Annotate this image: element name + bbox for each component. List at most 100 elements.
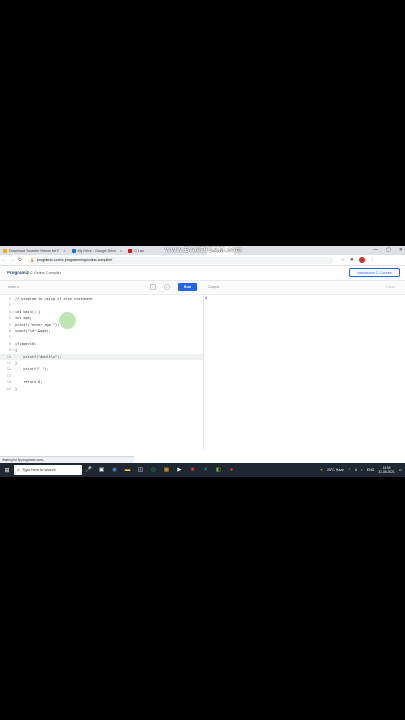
mic-icon[interactable]: 🎤	[82, 463, 95, 477]
file-explorer-icon[interactable]: ▬	[121, 463, 134, 477]
screen: Download Youtube Videos for F × My Drive…	[0, 246, 405, 477]
bandicam-icon[interactable]: ●	[225, 463, 238, 477]
recorder-icon[interactable]: ✺	[186, 463, 199, 477]
line-number: 2	[8, 303, 11, 308]
code-editor[interactable]: 1 // program to using if else statement 2 3…	[0, 295, 204, 449]
code-text: scanf("%d",&age);	[15, 329, 51, 333]
windows-start-icon[interactable]: ⊞	[0, 463, 14, 477]
close-window-button[interactable]: ✕	[399, 246, 403, 254]
line-number: 8	[8, 341, 11, 346]
code-text: return 0;	[15, 380, 43, 385]
taskbar-search[interactable]: ⌕ Type here to search	[14, 465, 82, 475]
line-number: 5	[8, 322, 11, 327]
editor-toolbar: main.c ⤢ ◐ Run Output Clear	[0, 281, 405, 295]
browser-tab[interactable]: C Lan	[125, 247, 147, 255]
close-icon[interactable]: ×	[120, 247, 122, 255]
code-line[interactable]: 9▾{	[0, 347, 203, 353]
excel-icon[interactable]: ✕	[199, 463, 212, 477]
code-text: }	[15, 386, 18, 391]
line-number: 12	[6, 367, 11, 372]
back-icon[interactable]: ←	[0, 257, 8, 263]
line-number: 15	[6, 386, 11, 391]
interactive-course-button[interactable]: Interactive C Course	[349, 268, 400, 277]
store-icon[interactable]: ◫	[134, 463, 147, 477]
notifications-icon[interactable]: ▭	[399, 468, 402, 472]
taskbar: ⊞ ⌕ Type here to search 🎤 ▣ ◉ ▬ ◫ ◎ ▦ ▶ …	[0, 463, 405, 477]
language-indicator[interactable]: ENG	[367, 468, 375, 472]
code-line[interactable]: 6 scanf("%d",&age);	[0, 328, 203, 334]
task-view-icon[interactable]: ▣	[95, 463, 108, 477]
line-number: 4	[8, 316, 11, 321]
clear-button[interactable]: Clear	[386, 285, 395, 289]
line-number: 14	[6, 380, 11, 385]
code-text: if(age>18)	[15, 341, 37, 346]
tab-favicon-icon	[3, 249, 7, 253]
tab-favicon-icon	[71, 249, 76, 253]
weather-text[interactable]: 26°C Haze	[327, 468, 344, 472]
maximize-button[interactable]: ▢	[386, 246, 391, 254]
code-line[interactable]: 15}	[0, 386, 203, 392]
code-line[interactable]: 8 if(age>18)	[0, 341, 203, 347]
theme-toggle-icon[interactable]: ◐	[164, 284, 170, 290]
programiz-logo[interactable]: Programiz	[7, 270, 29, 275]
run-button[interactable]: Run	[178, 283, 197, 291]
code-line[interactable]: 4 int age;	[0, 315, 203, 321]
tab-label: C Lan	[134, 249, 144, 253]
menu-icon[interactable]: ⋮	[370, 257, 375, 263]
edge-icon[interactable]: ◉	[108, 463, 121, 477]
line-number: 11	[6, 361, 11, 365]
code-text: printf("Adult\n");	[15, 354, 62, 359]
lock-icon: 🔒	[30, 257, 35, 262]
fullscreen-icon[interactable]: ⤢	[150, 284, 156, 290]
search-placeholder: Type here to search	[22, 468, 56, 472]
url-input[interactable]: 🔒 programiz.com/c-programming/online-com…	[28, 256, 333, 264]
code-line[interactable]: 2	[0, 302, 203, 308]
extensions-icon[interactable]: ✱	[350, 257, 354, 263]
line-number: 6	[8, 329, 11, 333]
star-icon[interactable]: ☆	[341, 257, 345, 263]
tab-favicon-icon	[128, 249, 133, 253]
code-text: int main() {	[15, 309, 41, 314]
code-text: // program to using if else statement	[15, 297, 93, 301]
chrome-icon[interactable]: ◎	[147, 463, 160, 477]
browser-tab[interactable]: My Drive - Google Drive ×	[69, 247, 126, 255]
media-icon[interactable]: ▶	[173, 463, 186, 477]
line-number: 9	[8, 348, 11, 353]
avatar[interactable]	[358, 257, 365, 263]
code-line[interactable]: 3▾int main() {	[0, 309, 203, 315]
code-line[interactable]: 5 printf("enter age ");	[0, 322, 203, 328]
app-icon[interactable]: ▦	[160, 463, 173, 477]
system-tray: ☀ 26°C Haze ⌃ ⌸ ♪ ENG 14:59 31-08-2021 ▭	[320, 463, 402, 477]
clock[interactable]: 14:59 31-08-2021	[378, 466, 394, 474]
search-icon: ⌕	[17, 468, 20, 472]
code-line[interactable]: 13	[0, 373, 203, 379]
app-icon[interactable]: ◧	[212, 463, 225, 477]
code-text: int age;	[15, 316, 32, 321]
code-text: }	[15, 361, 18, 365]
line-number: 10	[6, 354, 11, 359]
line-number: 1	[8, 297, 11, 301]
output-text: $	[205, 296, 208, 300]
forward-icon[interactable]: →	[8, 257, 16, 263]
code-line[interactable]: 14 return 0;	[0, 379, 203, 385]
tab-label: My Drive - Google Drive	[77, 249, 116, 253]
minimize-button[interactable]: —	[373, 246, 378, 254]
close-icon[interactable]: ×	[63, 247, 65, 255]
output-panel[interactable]: $	[204, 295, 405, 449]
code-line[interactable]: 7	[0, 334, 203, 340]
network-icon[interactable]: ⌸	[355, 468, 357, 472]
volume-icon[interactable]: ♪	[361, 468, 363, 472]
address-bar-row: ← → ↻ 🔒 programiz.com/c-programming/onli…	[0, 255, 405, 266]
chevron-up-icon[interactable]: ⌃	[348, 468, 351, 472]
line-number: 7	[8, 335, 11, 340]
code-line[interactable]: 10 printf("Adult\n");	[0, 353, 203, 360]
code-line[interactable]: 12 printf(" ");	[0, 366, 203, 372]
line-number: 13	[6, 373, 11, 378]
code-line[interactable]: 1 // program to using if else statement	[0, 296, 203, 302]
reload-icon[interactable]: ↻	[16, 257, 24, 263]
tab-label: Download Youtube Videos for F	[9, 249, 60, 253]
code-line[interactable]: 11}	[0, 360, 203, 366]
watermark: www.BANDICAM.com	[165, 247, 243, 254]
file-tab[interactable]: main.c	[8, 285, 19, 289]
browser-tab[interactable]: Download Youtube Videos for F ×	[0, 247, 69, 255]
